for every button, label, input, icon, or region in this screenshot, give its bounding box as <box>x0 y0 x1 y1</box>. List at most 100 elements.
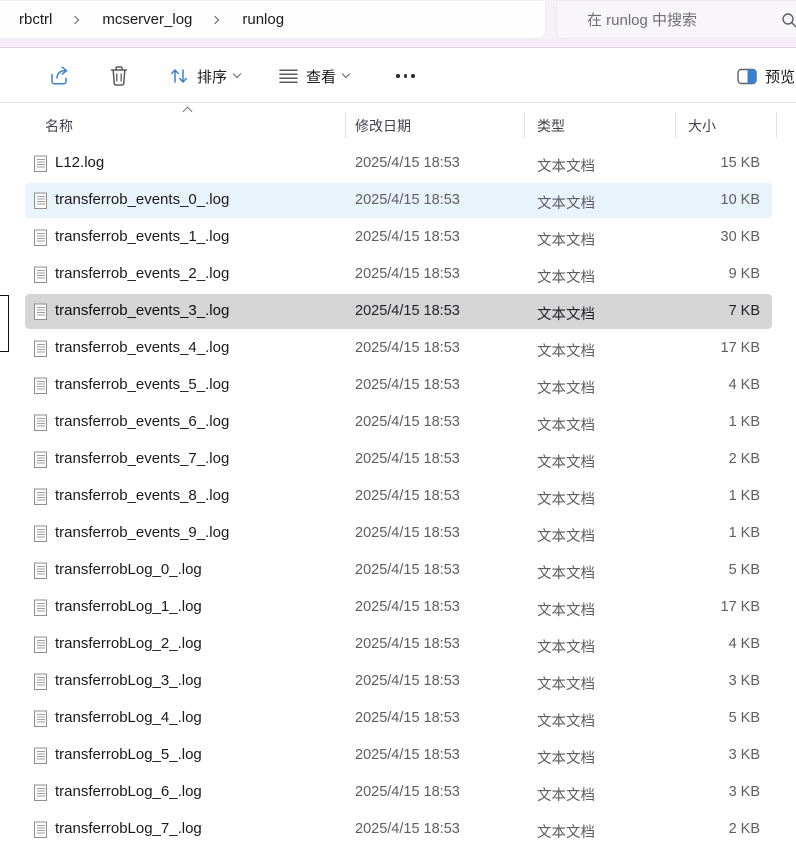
share-icon <box>48 65 72 87</box>
file-row[interactable]: transferrobLog_7_.log 2025/4/15 18:53 文本… <box>25 812 772 845</box>
file-row[interactable]: transferrob_events_9_.log 2025/4/15 18:5… <box>25 516 772 551</box>
column-header-date-modified[interactable]: 修改日期 <box>355 116 411 136</box>
file-date-modified: 2025/4/15 18:53 <box>355 414 460 430</box>
file-size: 2 KB <box>640 821 760 837</box>
file-size: 4 KB <box>640 377 760 393</box>
text-file-icon <box>33 414 48 432</box>
sort-button[interactable]: 排序 <box>162 58 246 94</box>
file-row[interactable]: transferrobLog_1_.log 2025/4/15 18:53 文本… <box>25 590 772 625</box>
file-type: 文本文档 <box>537 303 595 324</box>
search-input[interactable]: 在 runlog 中搜索 <box>556 0 796 39</box>
file-type: 文本文档 <box>537 451 595 472</box>
file-row[interactable]: transferrob_events_8_.log 2025/4/15 18:5… <box>25 479 772 514</box>
sort-button-label: 排序 <box>197 66 227 87</box>
file-name: transferrob_events_4_.log <box>55 339 229 356</box>
file-row[interactable]: transferrob_events_4_.log 2025/4/15 18:5… <box>25 331 772 366</box>
file-row[interactable]: transferrobLog_2_.log 2025/4/15 18:53 文本… <box>25 627 772 662</box>
file-date-modified: 2025/4/15 18:53 <box>355 525 460 541</box>
file-type: 文本文档 <box>537 488 595 509</box>
window-mica-strip <box>0 39 796 48</box>
breadcrumb-item-rbctrl[interactable]: rbctrl <box>15 9 56 30</box>
breadcrumb-item-mcserver-log[interactable]: mcserver_log <box>98 9 196 30</box>
file-row[interactable]: transferrob_events_3_.log 2025/4/15 18:5… <box>25 294 772 329</box>
text-file-icon <box>33 784 48 802</box>
file-name: transferrob_events_1_.log <box>55 228 229 245</box>
file-date-modified: 2025/4/15 18:53 <box>355 747 460 763</box>
file-date-modified: 2025/4/15 18:53 <box>355 266 460 282</box>
text-file-icon <box>33 488 48 506</box>
column-separator[interactable] <box>675 112 676 138</box>
file-row[interactable]: transferrob_events_1_.log 2025/4/15 18:5… <box>25 220 772 255</box>
file-size: 3 KB <box>640 673 760 689</box>
search-icon <box>781 12 796 29</box>
view-button[interactable]: 查看 <box>272 58 355 94</box>
file-size: 3 KB <box>640 784 760 800</box>
text-file-icon <box>33 303 48 321</box>
column-header-row: 名称 修改日期 类型 大小 <box>0 104 796 144</box>
file-row[interactable]: transferrob_events_7_.log 2025/4/15 18:5… <box>25 442 772 477</box>
file-size: 1 KB <box>640 525 760 541</box>
file-row[interactable]: transferrob_events_6_.log 2025/4/15 18:5… <box>25 405 772 440</box>
text-file-icon <box>33 710 48 728</box>
column-separator[interactable] <box>776 112 777 138</box>
file-row[interactable]: transferrobLog_0_.log 2025/4/15 18:53 文本… <box>25 553 772 588</box>
file-size: 10 KB <box>640 192 760 208</box>
column-header-name[interactable]: 名称 <box>45 116 73 136</box>
column-header-size[interactable]: 大小 <box>688 116 716 136</box>
text-file-icon <box>33 562 48 580</box>
file-size: 1 KB <box>640 414 760 430</box>
column-separator[interactable] <box>345 112 346 138</box>
column-separator[interactable] <box>524 112 525 138</box>
file-date-modified: 2025/4/15 18:53 <box>355 599 460 615</box>
file-name: transferrob_events_0_.log <box>55 191 229 208</box>
delete-button[interactable] <box>103 58 135 94</box>
preview-pane-icon <box>737 68 758 85</box>
file-date-modified: 2025/4/15 18:53 <box>355 451 460 467</box>
file-row[interactable]: L12.log 2025/4/15 18:53 文本文档 15 KB <box>25 146 772 181</box>
file-name: L12.log <box>55 154 104 171</box>
file-row[interactable]: transferrob_events_0_.log 2025/4/15 18:5… <box>25 183 772 218</box>
file-size: 7 KB <box>640 303 760 319</box>
file-row[interactable]: transferrobLog_3_.log 2025/4/15 18:53 文本… <box>25 664 772 699</box>
file-date-modified: 2025/4/15 18:53 <box>355 488 460 504</box>
file-name: transferrobLog_6_.log <box>55 783 202 800</box>
more-options-button[interactable] <box>390 58 421 94</box>
file-type: 文本文档 <box>537 710 595 731</box>
text-file-icon <box>33 266 48 284</box>
file-name: transferrobLog_4_.log <box>55 709 202 726</box>
file-type: 文本文档 <box>537 599 595 620</box>
file-name: transferrob_events_3_.log <box>55 302 229 319</box>
file-name: transferrob_events_9_.log <box>55 524 229 541</box>
file-type: 文本文档 <box>537 821 595 842</box>
file-name: transferrobLog_2_.log <box>55 635 202 652</box>
file-row[interactable]: transferrobLog_6_.log 2025/4/15 18:53 文本… <box>25 775 772 810</box>
sort-ascending-indicator-icon <box>183 107 193 117</box>
file-size: 2 KB <box>640 451 760 467</box>
view-icon <box>278 66 299 86</box>
file-type: 文本文档 <box>537 747 595 768</box>
file-size: 3 KB <box>640 747 760 763</box>
file-row[interactable]: transferrob_events_5_.log 2025/4/15 18:5… <box>25 368 772 403</box>
file-type: 文本文档 <box>537 377 595 398</box>
file-size: 1 KB <box>640 488 760 504</box>
file-date-modified: 2025/4/15 18:53 <box>355 155 460 171</box>
file-type: 文本文档 <box>537 673 595 694</box>
file-size: 5 KB <box>640 710 760 726</box>
file-type: 文本文档 <box>537 414 595 435</box>
text-file-icon <box>33 525 48 543</box>
text-file-icon <box>33 636 48 654</box>
text-file-icon <box>33 377 48 395</box>
search-placeholder: 在 runlog 中搜索 <box>587 9 697 30</box>
text-file-icon <box>33 340 48 358</box>
preview-toggle-button[interactable]: 预览 <box>731 58 796 94</box>
file-type: 文本文档 <box>537 525 595 546</box>
file-row[interactable]: transferrob_events_2_.log 2025/4/15 18:5… <box>25 257 772 292</box>
file-row[interactable]: transferrobLog_4_.log 2025/4/15 18:53 文本… <box>25 701 772 736</box>
text-file-icon <box>33 821 48 839</box>
share-button[interactable] <box>42 58 78 94</box>
column-header-type[interactable]: 类型 <box>537 116 565 136</box>
breadcrumb-item-runlog[interactable]: runlog <box>238 9 288 30</box>
text-file-icon <box>33 747 48 765</box>
file-row[interactable]: transferrobLog_5_.log 2025/4/15 18:53 文本… <box>25 738 772 773</box>
file-name: transferrobLog_3_.log <box>55 672 202 689</box>
